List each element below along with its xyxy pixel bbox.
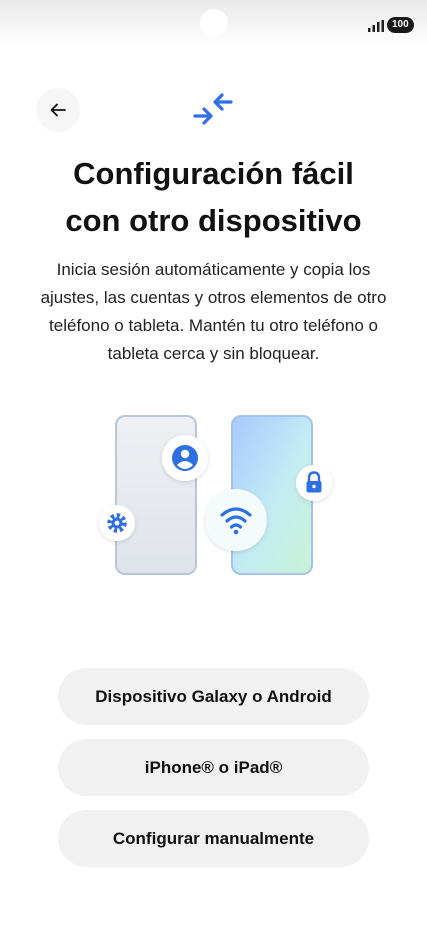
battery-indicator: 100 (387, 17, 414, 33)
option-galaxy-android-button[interactable]: Dispositivo Galaxy o Android (58, 668, 369, 725)
camera-cutout (200, 9, 228, 37)
account-icon (162, 435, 208, 481)
back-button[interactable] (36, 88, 80, 132)
signal-bars-icon (368, 20, 384, 32)
setup-illustration (99, 415, 332, 575)
arrow-left-icon (50, 103, 66, 117)
gear-icon (99, 505, 135, 541)
status-bar: 100 (0, 0, 427, 48)
option-manual-setup-button[interactable]: Configurar manualmente (58, 810, 369, 867)
page-title: Configuración fácil con otro dispositivo (0, 150, 427, 244)
option-iphone-ipad-button[interactable]: iPhone® o iPad® (58, 739, 369, 796)
phone-icon (115, 415, 313, 575)
page-description: Inicia sesión automáticamente y copia lo… (40, 260, 387, 363)
wifi-icon (205, 489, 267, 551)
title-line-2: con otro dispositivo (65, 203, 362, 238)
lock-icon (296, 465, 332, 501)
title-line-1: Configuración fácil (73, 156, 354, 191)
transfer-arrows-icon (193, 93, 233, 125)
